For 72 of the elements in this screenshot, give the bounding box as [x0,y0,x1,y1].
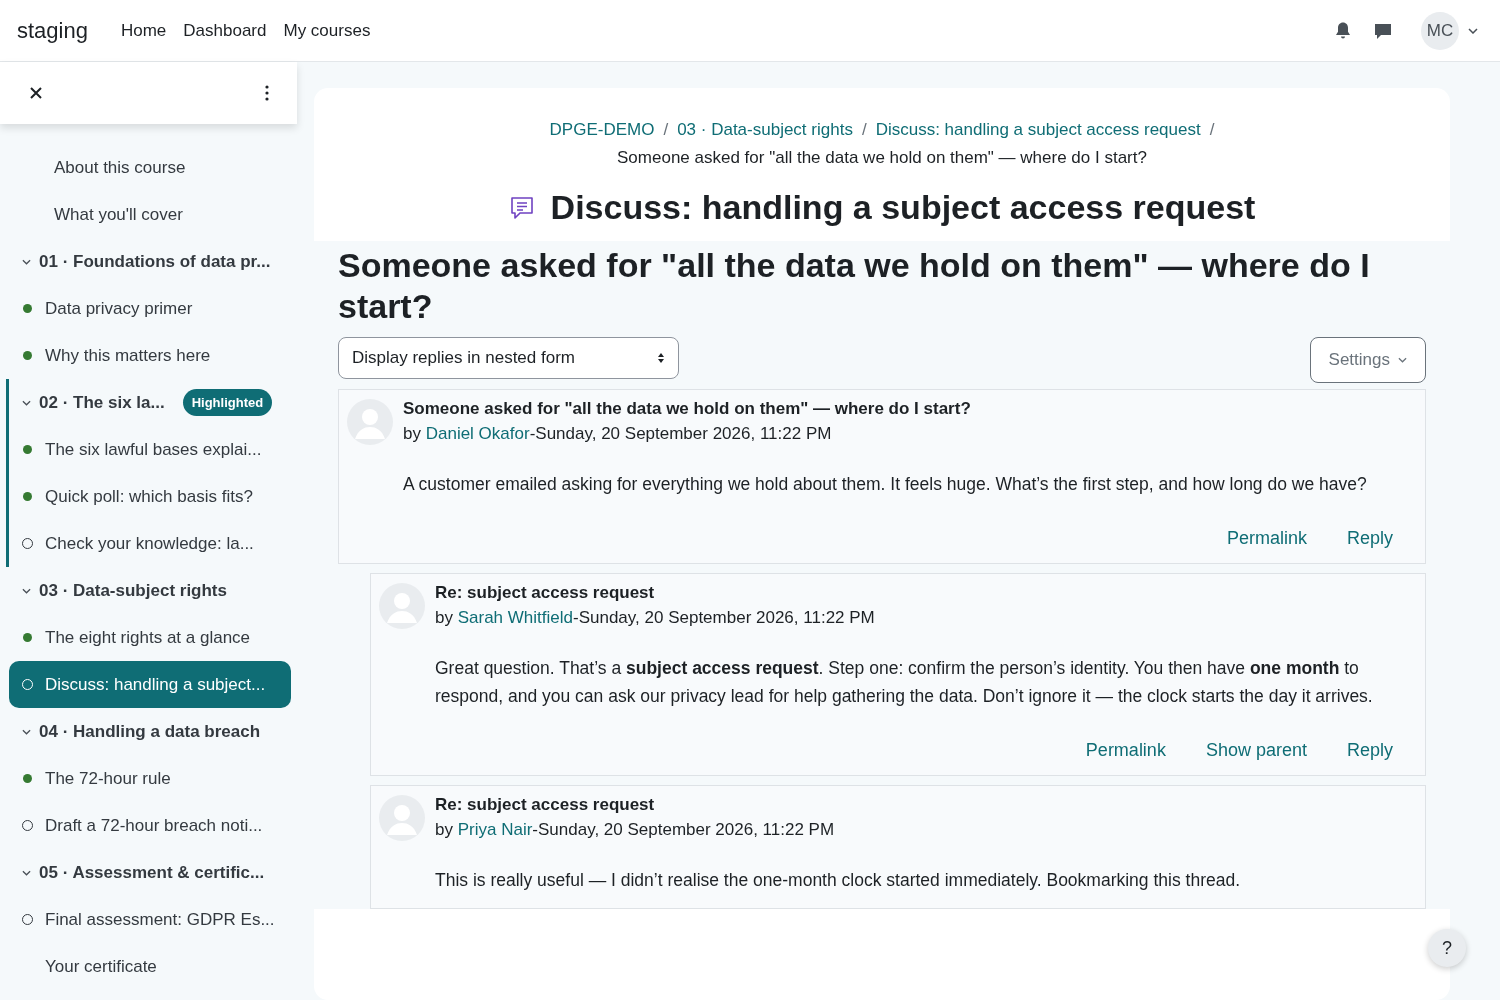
by-label: by [403,424,421,443]
byline-separator: - [573,608,579,627]
settings-button[interactable]: Settings [1309,337,1426,383]
more-options-icon[interactable] [265,85,269,101]
post-action-link[interactable]: Reply [1346,528,1393,549]
breadcrumb-link[interactable]: DPGE-DEMO [549,120,655,140]
chevron-icon[interactable] [22,869,31,876]
sidebar-item[interactable]: Quick poll: which basis fits? [9,473,291,520]
forum-icon [508,194,535,221]
sidebar-item[interactable]: The six lawful bases explai... [9,426,291,473]
breadcrumb-separator: / [1209,120,1215,140]
help-button[interactable]: ? [1428,929,1466,967]
breadcrumb-link[interactable]: 03 · Data-subject rights [677,120,853,140]
sidebar-item[interactable]: About this course [9,144,291,191]
nav-link[interactable]: Home [120,20,167,41]
section-header[interactable]: 04 · Handling a data breach [9,708,310,755]
sidebar-item[interactable]: Final assessment: GDPR Es... [9,896,291,943]
post-action-link[interactable]: Show parent [1205,740,1307,761]
author-link[interactable]: Priya Nair [457,820,533,839]
sidebar-item[interactable]: Discuss: handling a subject... [9,661,291,708]
page-title: Discuss: handling a subject access request [550,188,1256,227]
up-down-arrows-icon [657,352,665,364]
chevron-icon[interactable] [22,399,31,406]
breadcrumb-current: Someone asked for "all the data we hold on them" — where do I start? [617,148,1147,168]
post-action-link[interactable]: Permalink [1085,740,1166,761]
sidebar-item[interactable]: Why this matters here [9,332,291,379]
discussion-title: Someone asked for "all the data we hold on them" — where do I start? [338,245,1371,327]
chat-bubble-icon[interactable] [1374,21,1392,40]
post-subject: Re: subject access request [435,583,656,603]
post-date: Sunday, 20 September 2026, 11:22 PM [535,424,832,443]
bell-icon[interactable] [1335,21,1351,40]
nav-link[interactable]: Dashboard [183,20,267,41]
byline-separator: - [529,424,536,443]
breadcrumb-separator: / [861,120,867,140]
post-subject: Someone asked for "all the data we hold on them" — where do I start? [403,399,972,419]
display-mode-select[interactable]: Display replies in nested form [338,337,679,379]
caret-icon[interactable] [1468,27,1478,34]
author-link[interactable]: Daniel Okafor [425,424,530,443]
chevron-icon[interactable] [22,728,31,735]
by-label: by [435,608,453,627]
chevron-icon[interactable] [22,258,31,265]
sidebar-item[interactable]: The eight rights at a glance [9,614,291,661]
breadcrumb-separator: / [663,120,669,140]
byline-separator: - [532,820,538,839]
sidebar-item[interactable]: Check your knowledge: la... [9,520,291,567]
sidebar-item[interactable]: What you'll cover [9,191,291,238]
section-header[interactable]: 01 · Foundations of data pr... [9,238,310,285]
post-body: A customer emailed asking for everything we hold about them. It feels huge. What’s the first step, and how long do we have? [403,473,1368,496]
section-header[interactable]: 03 · Data-subject rights [9,567,310,614]
post-subject: Re: subject access request [435,795,656,815]
chevron-down-icon [1398,357,1407,363]
by-label: by [435,820,453,839]
post-body: This is really useful — I didn’t realise the one-month clock started immediately. Bookmarking this thread. [435,869,1242,892]
author-link[interactable]: Sarah Whitfield [457,608,573,627]
sidebar-item[interactable]: Data privacy primer [9,285,291,332]
post-action-link[interactable]: Permalink [1226,528,1307,549]
highlighted-badge: Highlighted [182,389,273,416]
section-header[interactable]: 05 · Assessment & certific... [9,849,310,896]
post-action-link[interactable]: Reply [1346,740,1393,761]
sidebar-item[interactable]: Draft a 72-hour breach noti... [9,802,291,849]
close-icon[interactable] [30,87,42,99]
sidebar-item[interactable]: Your certificate [9,943,291,990]
site-name[interactable]: staging [17,17,88,44]
nav-link[interactable]: My courses [283,20,371,41]
breadcrumb-link[interactable]: Discuss: handling a subject access request [875,120,1201,140]
post-date: Sunday, 20 September 2026, 11:22 PM [578,608,875,627]
user-avatar[interactable]: MC [1421,11,1459,50]
chevron-icon[interactable] [22,587,31,594]
post-date: Sunday, 20 September 2026, 11:22 PM [538,820,835,839]
post-body: Great question. That’s a subject access request. Step one: confirm the person’s identity. You then have one month to respond, and you can ask our privacy lead for help gathering the data. Don’t ignore it — the clock starts the day it arrives. [435,657,1374,708]
section-header[interactable]: 02 · The six la... Highlighted [9,379,310,426]
sidebar-item[interactable]: The 72-hour rule [9,755,291,802]
